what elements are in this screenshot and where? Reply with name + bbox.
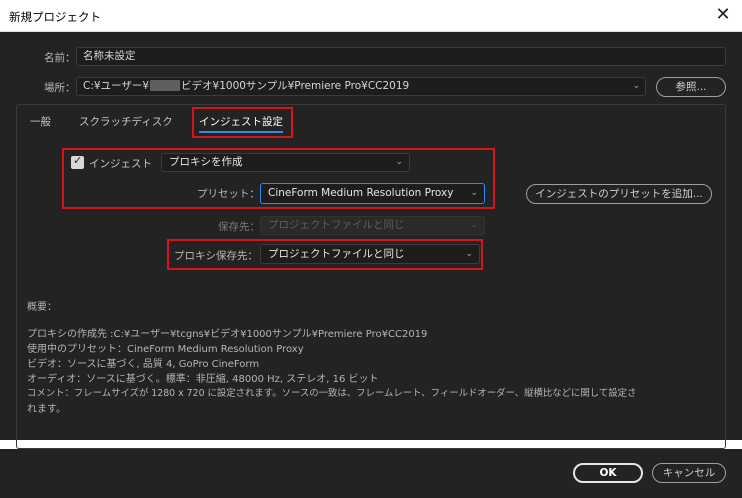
name-input[interactable]: 名称未設定 xyxy=(76,47,726,66)
preset-value: CineForm Medium Resolution Proxy xyxy=(268,187,454,199)
summary-line: コメント：フレームサイズが 1280 x 720 に設定されます。ソースの一致は… xyxy=(27,388,637,399)
ingest-mode-value: プロキシを作成 xyxy=(169,156,243,168)
ingest-mode-select[interactable]: プロキシを作成 ⌄ xyxy=(161,153,410,172)
chevron-down-icon: ⌄ xyxy=(470,220,478,230)
proxy-destination-value: プロジェクトファイルと同じ xyxy=(268,248,405,260)
destination-select: プロジェクトファイルと同じ ⌄ xyxy=(260,216,485,235)
highlight-box-tab xyxy=(192,107,293,138)
chevron-down-icon: ⌄ xyxy=(465,249,473,259)
proxy-destination-select[interactable]: プロジェクトファイルと同じ ⌄ xyxy=(260,244,480,264)
tab-general[interactable]: 一般 xyxy=(30,114,51,129)
title-bar: 新規プロジェクト ✕ xyxy=(0,0,742,32)
cancel-button[interactable]: キャンセル xyxy=(652,463,726,483)
chevron-down-icon: ⌄ xyxy=(470,188,478,198)
destination-label: 保存先： xyxy=(218,221,260,233)
proxy-destination-label: プロキシ保存先： xyxy=(174,250,258,262)
chevron-down-icon: ⌄ xyxy=(395,157,403,167)
location-select[interactable]: C:¥ユーザー¥ ビデオ¥1000サンプル¥Premiere Pro¥CC2019… xyxy=(76,77,646,96)
summary-line: ビデオ：ソースに基づく, 品質 4, GoPro CineForm xyxy=(27,359,260,370)
summary-heading: 概要： xyxy=(27,302,57,313)
summary-line: 使用中のプリセット：CineForm Medium Resolution Pro… xyxy=(27,344,304,355)
chevron-down-icon: ⌄ xyxy=(632,81,640,91)
summary-line: プロキシの作成先 :C:¥ユーザー¥tcgns¥ビデオ¥1000サンプル¥Pre… xyxy=(27,329,428,340)
location-prefix: C:¥ユーザー¥ xyxy=(83,80,150,92)
ingest-checkbox-label: インジェスト xyxy=(89,158,152,170)
destination-value: プロジェクトファイルと同じ xyxy=(268,219,405,231)
add-ingest-preset-button[interactable]: インジェストのプリセットを追加... xyxy=(526,184,712,204)
ingest-checkbox[interactable]: ✓ xyxy=(71,154,84,169)
close-icon[interactable]: ✕ xyxy=(710,4,736,28)
name-label: 名前： xyxy=(44,52,76,64)
preset-select[interactable]: CineForm Medium Resolution Proxy ⌄ xyxy=(260,183,485,204)
location-suffix: ビデオ¥1000サンプル¥Premiere Pro¥CC2019 xyxy=(181,80,410,92)
summary-line: れます。 xyxy=(27,404,66,415)
name-value: 名称未設定 xyxy=(83,50,136,62)
preset-label: プリセット： xyxy=(197,188,260,200)
location-label: 場所： xyxy=(44,82,76,94)
redacted-username xyxy=(150,80,181,91)
browse-button[interactable]: 参照... xyxy=(656,77,726,97)
summary-line: オーディオ：ソースに基づく。標準：非圧縮, 48000 Hz, ステレオ, 16… xyxy=(27,374,379,385)
checkmark-icon: ✓ xyxy=(73,154,83,167)
window-title: 新規プロジェクト xyxy=(9,10,101,24)
ok-button[interactable]: OK xyxy=(573,463,643,483)
tab-scratch-disks[interactable]: スクラッチディスク xyxy=(79,114,173,129)
